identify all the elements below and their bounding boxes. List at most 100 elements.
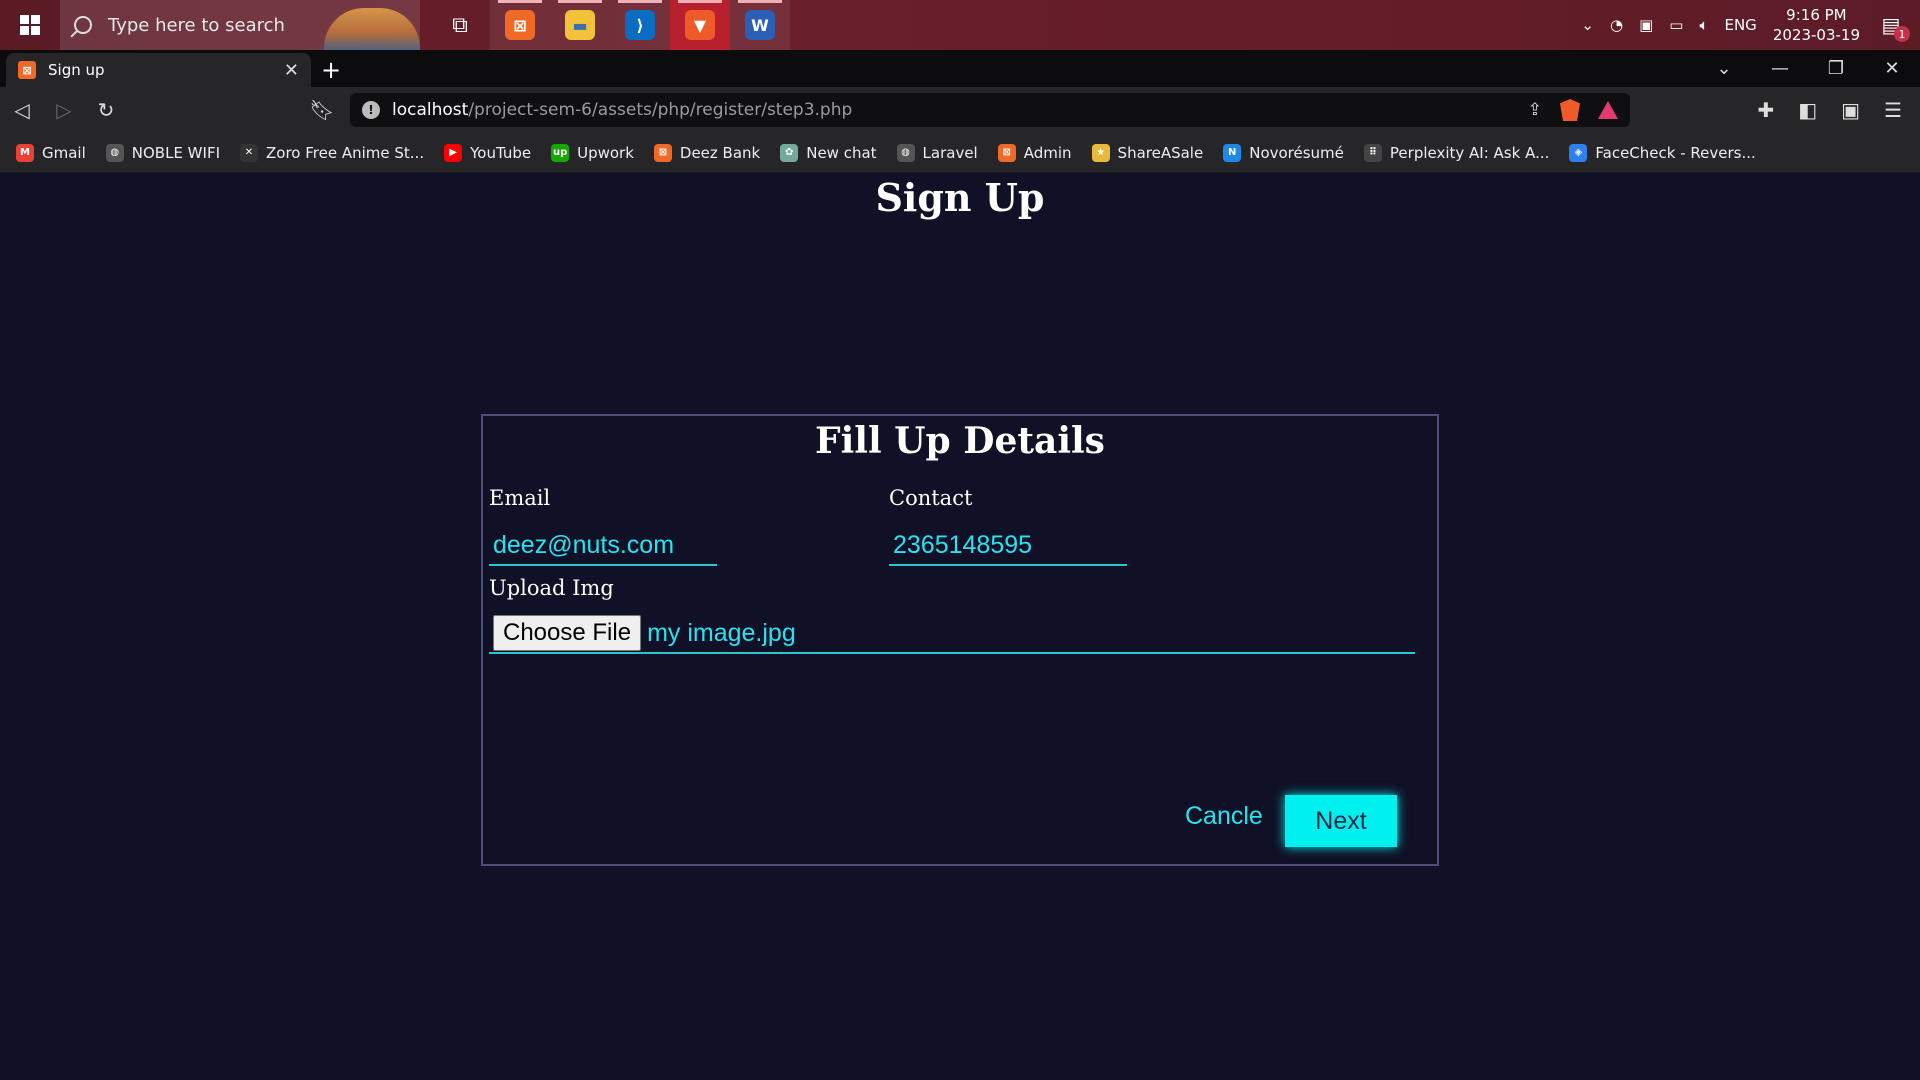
wifi-icon[interactable]: ◔: [1610, 16, 1623, 34]
forward-icon: ▷: [56, 98, 72, 122]
browser-toolbar: ◁ ▷ ↻ 🔖︎ ! localhost/project-sem-6/asset…: [0, 87, 1920, 133]
bookmark-button[interactable]: 🔖︎: [302, 90, 342, 130]
selected-file-name: my image.jpg: [647, 618, 796, 647]
extensions-icon[interactable]: ✚: [1757, 98, 1774, 122]
search-icon: [74, 16, 92, 34]
star-icon: ★: [1091, 143, 1110, 162]
volume-icon[interactable]: 🔈︎: [1699, 16, 1708, 34]
close-window-icon[interactable]: ✕: [1864, 58, 1920, 79]
bookmark-label: ShareASale: [1117, 143, 1204, 162]
task-view-button[interactable]: ⧉: [430, 0, 490, 50]
reload-button[interactable]: ↻: [86, 90, 126, 130]
bookmark-item[interactable]: ◈ FaceCheck - Revers...: [1569, 143, 1756, 162]
bookmark-icon: 🔖︎: [309, 98, 335, 122]
xampp-icon: ⊠: [505, 10, 535, 40]
contact-field[interactable]: [889, 526, 1127, 566]
language-indicator[interactable]: ENG: [1724, 16, 1756, 34]
tab-title: Sign up: [48, 61, 105, 79]
bookmarks-bar: M Gmail ◍ NOBLE WIFI ✕ Zoro Free Anime St... ▶…: [0, 133, 1920, 173]
taskbar-xampp[interactable]: ⊠: [490, 0, 550, 50]
windows-taskbar: Type here to search ⧉ ⊠ ▬ ⟩ ▼ W ⌄ ◔ ▣ ▭ …: [0, 0, 1920, 50]
minimize-icon[interactable]: —: [1752, 58, 1808, 79]
new-tab-button[interactable]: +: [311, 53, 351, 87]
taskbar-vscode[interactable]: ⟩: [610, 0, 670, 50]
vscode-icon: ⟩: [625, 10, 655, 40]
bookmark-item[interactable]: up Upwork: [551, 143, 634, 162]
taskbar-brave[interactable]: ▼: [670, 0, 730, 50]
page-title: Sign Up: [875, 175, 1045, 220]
start-button[interactable]: [0, 0, 60, 50]
form-title: Fill Up Details: [815, 420, 1105, 462]
bookmark-label: Upwork: [577, 143, 634, 162]
bookmark-label: NOBLE WIFI: [131, 143, 220, 162]
word-icon: W: [745, 10, 775, 40]
signup-form: Fill Up Details Email Contact Upload Img…: [481, 414, 1439, 866]
clock[interactable]: 9:16 PM 2023-03-19: [1773, 5, 1860, 45]
browser-tab[interactable]: ⊠ Sign up ✕: [6, 53, 311, 87]
folder-icon: ▬: [565, 10, 595, 40]
bookmark-item[interactable]: ✕ Zoro Free Anime St...: [240, 143, 424, 162]
taskbar-search-placeholder: Type here to search: [108, 14, 285, 36]
bookmark-item[interactable]: ✿ New chat: [780, 143, 877, 162]
email-label: Email: [489, 486, 551, 510]
battery-icon[interactable]: ▭: [1669, 16, 1683, 34]
zoro-icon: ✕: [240, 143, 258, 162]
back-button[interactable]: ◁: [2, 90, 42, 130]
brave-icon: ▼: [685, 10, 715, 40]
bookmark-label: YouTube: [470, 143, 532, 162]
grid-icon: ⠿: [1363, 143, 1382, 162]
bookmark-item[interactable]: ⊠ Admin: [997, 143, 1072, 162]
novoresume-icon: N: [1223, 143, 1242, 162]
bookmark-label: Laravel: [922, 143, 978, 162]
menu-icon[interactable]: ☰: [1884, 98, 1902, 122]
choose-file-button[interactable]: Choose File: [493, 615, 642, 651]
meet-icon[interactable]: ▣: [1639, 16, 1653, 34]
xampp-icon: ⊠: [653, 143, 672, 162]
brave-rewards-icon[interactable]: [1598, 101, 1618, 119]
sidebar-icon[interactable]: ◧: [1798, 98, 1817, 122]
xampp-icon: ⊠: [997, 143, 1016, 162]
bookmark-item[interactable]: ⠿ Perplexity AI: Ask A...: [1363, 143, 1550, 162]
url-path: /project-sem-6/assets/php/register/step3…: [468, 100, 853, 120]
shield-icon: ◈: [1569, 143, 1588, 162]
bookmark-item[interactable]: M Gmail: [16, 143, 86, 162]
email-field[interactable]: [489, 526, 717, 566]
brave-shields-icon[interactable]: [1560, 99, 1580, 121]
notification-badge: 1: [1894, 26, 1910, 42]
reload-icon: ↻: [97, 98, 115, 122]
upwork-icon: up: [551, 143, 570, 162]
globe-icon: ◍: [896, 143, 915, 162]
next-button[interactable]: Next: [1285, 795, 1397, 847]
share-icon[interactable]: ⇪: [1528, 100, 1542, 120]
url-host: localhost: [392, 100, 469, 120]
bookmark-item[interactable]: ◍ Laravel: [896, 143, 978, 162]
back-icon: ◁: [14, 98, 30, 122]
clock-date: 2023-03-19: [1772, 26, 1860, 44]
system-tray: ⌄ ◔ ▣ ▭ 🔈︎ ENG 9:16 PM 2023-03-19 ▤ 1: [1581, 0, 1920, 50]
bookmark-item[interactable]: ⊠ Deez Bank: [653, 143, 760, 162]
forward-button[interactable]: ▷: [44, 90, 84, 130]
site-info-icon[interactable]: !: [362, 101, 380, 119]
notification-button[interactable]: ▤ 1: [1876, 10, 1910, 42]
bookmark-item[interactable]: N Novorésumé: [1223, 143, 1344, 162]
bookmark-item[interactable]: ▶ YouTube: [444, 143, 532, 162]
tab-search-icon[interactable]: ⌄: [1696, 58, 1752, 79]
restore-icon[interactable]: ❐: [1808, 58, 1864, 79]
taskbar-search[interactable]: Type here to search: [60, 0, 420, 50]
bookmark-item[interactable]: ◍ NOBLE WIFI: [105, 143, 220, 162]
address-bar[interactable]: ! localhost/project-sem-6/assets/php/reg…: [350, 93, 1630, 127]
chevron-up-icon[interactable]: ⌄: [1581, 16, 1594, 34]
taskbar-word[interactable]: W: [730, 0, 790, 50]
taskbar-file-explorer[interactable]: ▬: [550, 0, 610, 50]
cancel-button[interactable]: Cancle: [1177, 798, 1271, 835]
wallet-icon[interactable]: ▣: [1841, 98, 1860, 122]
close-tab-icon[interactable]: ✕: [284, 60, 299, 81]
bookmark-item[interactable]: ★ ShareASale: [1091, 143, 1204, 162]
browser-tab-strip: ⊠ Sign up ✕ + ⌄ — ❐ ✕: [0, 50, 1920, 87]
bookmark-label: Perplexity AI: Ask A...: [1389, 143, 1550, 162]
xampp-favicon-icon: ⊠: [18, 61, 36, 79]
bookmark-label: FaceCheck - Revers...: [1595, 143, 1756, 162]
task-view-icon: ⧉: [452, 12, 468, 38]
chatgpt-icon: ✿: [780, 143, 799, 162]
globe-icon: ◍: [105, 143, 124, 162]
